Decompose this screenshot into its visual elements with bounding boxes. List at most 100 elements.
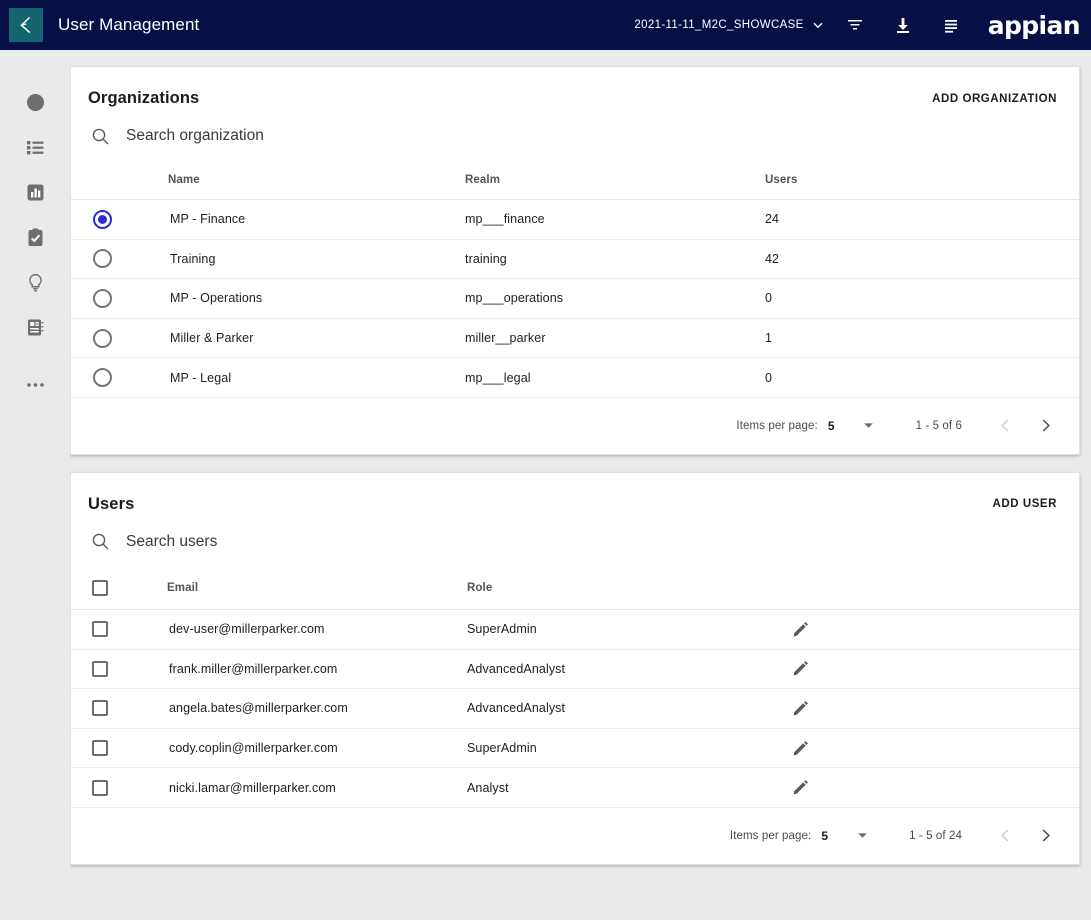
user-role: SuperAdmin	[467, 609, 787, 650]
organization-users: 42	[765, 239, 1079, 280]
table-row[interactable]: MP - Legal mp___legal 0	[71, 357, 1079, 398]
organization-radio[interactable]	[93, 209, 112, 229]
row-checkbox[interactable]	[92, 779, 108, 796]
organization-realm: mp___operations	[465, 278, 765, 319]
next-page-button[interactable]	[1025, 406, 1065, 446]
organization-radio[interactable]	[93, 249, 112, 269]
table-row[interactable]: MP - Finance mp___finance 24	[71, 199, 1079, 240]
row-checkbox[interactable]	[92, 740, 108, 757]
next-page-button[interactable]	[1025, 816, 1065, 856]
pencil-icon[interactable]	[787, 735, 813, 761]
sidebar-item-navigator[interactable]	[17, 87, 53, 123]
pagination-range: 1 - 5 of 6	[915, 419, 962, 432]
user-email: frank.miller@millerparker.com	[167, 649, 467, 690]
pencil-icon[interactable]	[787, 656, 813, 682]
sidebar-item-records[interactable]	[17, 132, 53, 168]
organization-users: 1	[765, 318, 1079, 359]
previous-page-button[interactable]	[985, 816, 1025, 856]
users-col-role: Role	[467, 573, 787, 610]
sidebar-item-reports[interactable]	[17, 177, 53, 213]
previous-page-button[interactable]	[985, 406, 1025, 446]
table-row[interactable]: Training training 42	[71, 239, 1079, 280]
organizations-card-header: Organizations ADD ORGANIZATION	[71, 67, 1079, 108]
user-role: AdvancedAnalyst	[467, 649, 787, 690]
users-card-header: Users ADD USER	[71, 473, 1079, 514]
ellipsis-icon	[25, 376, 46, 394]
user-role: SuperAdmin	[467, 728, 787, 769]
add-user-button[interactable]: ADD USER	[993, 498, 1057, 510]
lightbulb-icon	[25, 272, 46, 298]
add-organization-button[interactable]: ADD ORGANIZATION	[932, 93, 1057, 105]
user-email: angela.bates@millerparker.com	[167, 688, 467, 729]
users-header-row: Email Role	[71, 573, 1079, 610]
user-search-row	[71, 514, 1079, 574]
bar-chart-icon	[25, 182, 46, 208]
pencil-icon[interactable]	[787, 695, 813, 721]
chevron-down-icon	[812, 19, 824, 31]
search-icon	[88, 530, 112, 554]
sidebar-item-actions[interactable]	[17, 267, 53, 303]
organization-radio[interactable]	[93, 328, 112, 348]
organization-users: 0	[765, 278, 1079, 319]
filter-icon[interactable]	[838, 8, 872, 42]
organizations-col-users: Users	[765, 168, 1079, 200]
download-icon[interactable]	[886, 8, 920, 42]
organization-name: Miller & Parker	[168, 318, 465, 359]
pagination-range: 1 - 5 of 24	[909, 829, 962, 842]
appian-k-logo-icon[interactable]	[9, 8, 43, 42]
pencil-icon[interactable]	[787, 775, 813, 801]
select-all-checkbox[interactable]	[92, 579, 108, 596]
sidebar-rail	[0, 50, 70, 920]
organizations-card: Organizations ADD ORGANIZATION Name	[70, 66, 1080, 455]
table-row[interactable]: nicki.lamar@millerparker.com Analyst	[71, 767, 1079, 808]
main-content: Organizations ADD ORGANIZATION Name	[70, 50, 1091, 920]
row-checkbox[interactable]	[92, 660, 108, 677]
environment-selector[interactable]: 2021-11-11_M2C_SHOWCASE	[634, 19, 823, 31]
users-card: Users ADD USER Email	[70, 471, 1080, 865]
items-per-page-dropdown-icon[interactable]	[863, 420, 875, 432]
organization-name: Training	[168, 239, 465, 280]
organizations-col-select	[71, 168, 168, 200]
organizations-table: Name Realm Users MP - Finance mp___finan…	[71, 168, 1079, 398]
organization-name: MP - Operations	[168, 278, 465, 319]
table-row[interactable]: Miller & Parker miller__parker 1	[71, 318, 1079, 359]
clipboard-check-icon	[25, 227, 46, 253]
table-row[interactable]: frank.miller@millerparker.com AdvancedAn…	[71, 649, 1079, 690]
organizations-paginator: Items per page: 5 1 - 5 of 6	[71, 398, 1079, 454]
row-checkbox[interactable]	[92, 700, 108, 717]
users-col-actions	[787, 573, 1079, 610]
menu-list-icon[interactable]	[934, 8, 968, 42]
user-email: cody.coplin@millerparker.com	[167, 728, 467, 769]
row-checkbox[interactable]	[92, 621, 108, 638]
top-app-bar: User Management 2021-11-11_M2C_SHOWCASE	[0, 0, 1091, 50]
organization-radio[interactable]	[93, 288, 112, 308]
table-row[interactable]: MP - Operations mp___operations 0	[71, 278, 1079, 319]
items-per-page-value[interactable]: 5	[821, 829, 828, 843]
sidebar-item-tasks[interactable]	[17, 222, 53, 258]
items-per-page-value[interactable]: 5	[828, 419, 835, 433]
organizations-title: Organizations	[88, 89, 200, 107]
search-organization-input[interactable]	[126, 127, 546, 145]
organization-name: MP - Finance	[168, 199, 465, 240]
sidebar-item-directory[interactable]	[17, 312, 53, 348]
user-email: nicki.lamar@millerparker.com	[167, 767, 467, 808]
user-role: Analyst	[467, 767, 787, 808]
organization-users: 24	[765, 199, 1079, 240]
organization-search-row	[71, 108, 1079, 168]
sidebar-item-more[interactable]	[17, 367, 53, 403]
users-paginator: Items per page: 5 1 - 5 of 24	[71, 808, 1079, 864]
users-title: Users	[88, 494, 135, 513]
pencil-icon[interactable]	[787, 616, 813, 642]
environment-label: 2021-11-11_M2C_SHOWCASE	[634, 19, 804, 31]
compass-icon	[25, 92, 46, 118]
table-row[interactable]: cody.coplin@millerparker.com SuperAdmin	[71, 728, 1079, 769]
organization-radio[interactable]	[93, 368, 112, 388]
table-row[interactable]: angela.bates@millerparker.com AdvancedAn…	[71, 688, 1079, 729]
users-col-email: Email	[167, 573, 467, 610]
table-row[interactable]: dev-user@millerparker.com SuperAdmin	[71, 609, 1079, 650]
organization-name: MP - Legal	[168, 357, 465, 398]
items-per-page-label: Items per page:	[729, 829, 812, 842]
search-users-input[interactable]	[126, 532, 546, 551]
items-per-page-dropdown-icon[interactable]	[856, 830, 868, 842]
appian-wordmark: appian	[987, 10, 1081, 40]
